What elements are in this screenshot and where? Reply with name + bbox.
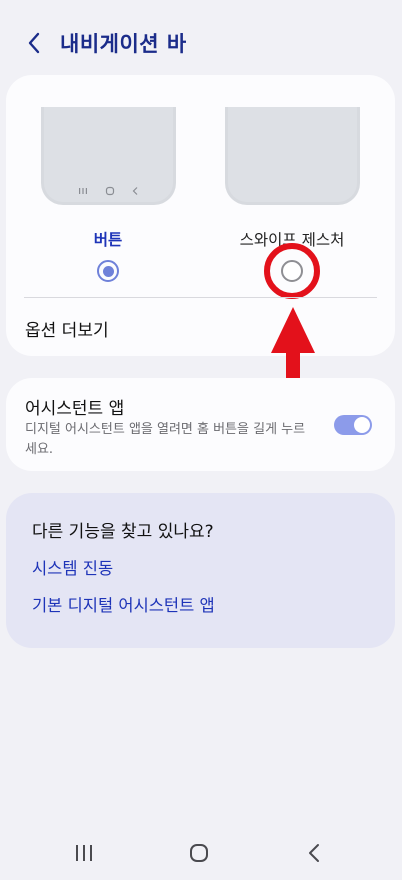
swipe-gestures-preview[interactable] — [225, 107, 360, 205]
home-icon — [190, 844, 208, 862]
option-label-buttons[interactable]: 버튼 — [28, 228, 188, 250]
assistant-app-description: 디지털 어시스턴트 앱을 열려면 홈 버튼을 길게 누르세요. — [25, 422, 306, 457]
related-features-card: 다른 기능을 찾고 있나요? 시스템 진동 기본 디지털 어시스턴트 앱 — [6, 493, 395, 648]
assistant-app-toggle[interactable] — [334, 415, 372, 435]
link-system-vibration[interactable]: 시스템 진동 — [32, 555, 113, 579]
home-button[interactable] — [179, 838, 219, 868]
more-options-link[interactable]: 옵션 더보기 — [25, 316, 109, 341]
system-navigation-bar — [0, 828, 402, 878]
radio-dot — [102, 265, 114, 277]
buttons-preview[interactable] — [41, 107, 176, 205]
link-default-digital-assistant[interactable]: 기본 디지털 어시스턴트 앱 — [32, 592, 215, 616]
recents-button[interactable] — [64, 838, 104, 868]
home-icon — [105, 186, 114, 196]
page-title: 내비게이션 바 — [60, 32, 187, 56]
divider — [24, 297, 377, 298]
toggle-knob — [354, 417, 370, 433]
recents-icon — [76, 845, 92, 861]
navigation-type-card: 버튼 스와이프 제스처 옵션 더보기 — [6, 75, 395, 356]
recents-icon — [79, 188, 88, 194]
app-header: 내비게이션 바 — [0, 18, 402, 68]
radio-buttons-selected[interactable] — [97, 260, 119, 282]
back-nav-button[interactable] — [294, 838, 334, 868]
related-features-title: 다른 기능을 찾고 있나요? — [32, 522, 214, 542]
chevron-left-icon — [28, 32, 40, 54]
back-button[interactable] — [14, 23, 54, 63]
assistant-app-card[interactable]: 어시스턴트 앱 디지털 어시스턴트 앱을 열려면 홈 버튼을 길게 누르세요. — [6, 378, 395, 471]
back-icon — [132, 187, 138, 195]
annotation-circle — [264, 243, 320, 299]
back-icon — [309, 844, 319, 862]
assistant-app-title: 어시스턴트 앱 — [25, 399, 125, 419]
preview-navbar — [44, 184, 173, 198]
